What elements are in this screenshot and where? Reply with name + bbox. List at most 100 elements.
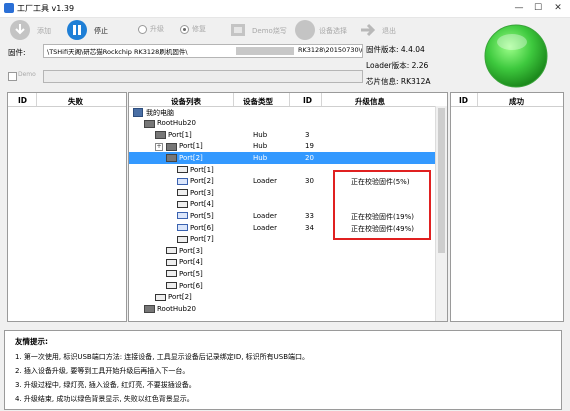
tips-panel: 友情提示: 1. 第一次使用, 标识USB端口方法: 连接设备, 工具显示设备后… [4, 330, 562, 410]
firmware-path-tail: RK3128\20150730\update.img [298, 46, 362, 54]
success-col-success: 成功 [509, 97, 524, 106]
close-button[interactable]: ✕ [551, 2, 565, 14]
demo-checkbox-label: Demo [18, 71, 36, 78]
minimize-button[interactable]: — [512, 2, 526, 14]
window-title: 工厂工具 v1.39 [17, 4, 75, 13]
maximize-button[interactable]: ☐ [531, 2, 545, 14]
highlight-box [333, 170, 431, 240]
firmware-version: 固件版本: 4.4.04 [366, 45, 425, 54]
demo-checkbox-box[interactable] [8, 72, 17, 81]
device-name: RootHub20 [157, 119, 196, 128]
table-row[interactable]: RootHub20 [129, 118, 435, 130]
upgrade-radio[interactable]: 升级 [138, 24, 178, 36]
column-divider [233, 93, 234, 106]
redacted-segment [236, 47, 294, 55]
device-name: Port[2] [190, 177, 214, 186]
table-row[interactable]: Port[2] Hub 20 [129, 152, 435, 164]
table-row[interactable]: Port[5] [129, 268, 435, 280]
device-table: 设备列表 设备类型 ID 升级信息 我的电脑 RootHub20 Port[1] Hu… [128, 92, 448, 322]
title-bar: 工厂工具 v1.39 — ☐ ✕ [0, 0, 570, 18]
usb-port-icon [177, 235, 188, 243]
repair-radio[interactable]: 修复 [180, 24, 220, 36]
device-name: Port[1] [190, 165, 214, 174]
device-name: Port[6] [179, 281, 203, 290]
device-id: 33 [305, 211, 314, 220]
download-arrow-icon [10, 20, 30, 40]
table-row[interactable]: Port[3] [129, 245, 435, 257]
device-name: Port[7] [190, 235, 214, 244]
demo-burn-label: Demo烧写 [252, 27, 287, 35]
usb-port-icon [166, 258, 177, 266]
firmware-path-field[interactable]: \TSHifi天阁\研芯猫Rockchip RK3128刷机固件\ RK3128… [43, 44, 363, 58]
chip-info: 芯片信息: RK312A [366, 77, 431, 86]
device-type: Loader [253, 223, 277, 232]
device-table-scrollbar[interactable] [435, 106, 447, 321]
success-table-header: ID 成功 [451, 93, 563, 107]
usb-port-icon [166, 282, 177, 289]
add-button-label: 添加 [37, 27, 51, 35]
hub-icon [166, 142, 177, 151]
device-type: Loader [253, 211, 277, 220]
chip-icon [231, 24, 245, 36]
usb-device-icon [177, 177, 188, 185]
device-name: 我的电脑 [146, 108, 174, 117]
device-name: Port[1] [179, 142, 203, 151]
computer-icon [133, 108, 143, 117]
demo-burn-button[interactable]: Demo烧写 [228, 19, 292, 41]
usb-port-icon [166, 247, 177, 255]
scrollbar-thumb[interactable] [438, 108, 445, 253]
pause-icon [67, 20, 87, 40]
success-col-id: ID [459, 96, 469, 105]
usb-port-icon [177, 166, 188, 173]
device-id: 19 [305, 142, 314, 151]
usb-port-icon [177, 189, 188, 197]
fail-col-fail: 失败 [68, 97, 83, 106]
tips-line-2: 2. 插入设备升级, 要等到工具开始升级后再插入下一台。 [15, 367, 190, 375]
device-name: Port[3] [179, 246, 203, 255]
upgrade-radio-circle[interactable] [138, 25, 147, 34]
stop-button[interactable]: 停止 [66, 19, 126, 41]
hub-icon [144, 119, 155, 128]
table-row[interactable]: Port[1] Hub 3 [129, 129, 435, 141]
table-row[interactable]: + Port[1] Hub 19 [129, 141, 435, 153]
hub-icon [166, 154, 177, 163]
column-divider [289, 93, 290, 106]
expand-toggle-icon[interactable]: + [155, 142, 163, 151]
table-row[interactable]: Port[4] [129, 257, 435, 269]
device-name: Port[5] [190, 211, 214, 220]
device-name: Port[4] [190, 200, 214, 209]
exit-arrow-icon [361, 23, 376, 37]
device-name: Port[3] [190, 188, 214, 197]
usb-device-icon [177, 212, 188, 220]
exit-button[interactable]: 退出 [358, 19, 404, 41]
success-table: ID 成功 [450, 92, 564, 322]
usb-device-icon [177, 224, 188, 231]
device-id: 34 [305, 223, 314, 232]
tips-line-3: 3. 升级过程中, 绿灯亮, 插入设备, 红灯亮, 不要拔插设备。 [15, 381, 196, 389]
table-row[interactable]: Port[2] [129, 292, 435, 304]
demo-path-field[interactable] [43, 70, 363, 83]
add-button[interactable]: 添加 [3, 19, 63, 41]
table-row[interactable]: Port[6] [129, 280, 435, 292]
demo-checkbox[interactable]: Demo [8, 71, 42, 81]
device-id: 20 [305, 153, 314, 162]
repair-radio-circle[interactable] [180, 25, 189, 34]
repair-radio-label: 修复 [192, 25, 206, 33]
table-row[interactable]: RootHub20 [129, 303, 435, 315]
column-divider [477, 93, 478, 106]
device-col-id: ID [303, 96, 313, 105]
device-id: 30 [305, 177, 314, 186]
device-name: Port[5] [179, 269, 203, 278]
device-type: Loader [253, 177, 277, 186]
device-name: RootHub20 [157, 304, 196, 313]
device-type: Hub [253, 142, 268, 151]
fail-col-id: ID [18, 96, 28, 105]
table-row[interactable]: 我的电脑 [129, 106, 435, 118]
tips-line-4: 4. 升级结束, 成功以绿色背景显示, 失败以红色背景显示。 [15, 395, 194, 403]
device-name: Port[2] [168, 293, 192, 302]
loader-version: Loader版本: 2.26 [366, 61, 429, 70]
usb-port-icon [155, 293, 166, 301]
firmware-path-text: \TSHifi天阁\研芯猫Rockchip RK3128刷机固件\ [47, 48, 188, 56]
device-table-header: 设备列表 设备类型 ID 升级信息 [129, 93, 447, 107]
device-select-button[interactable]: 设备选择 [294, 19, 356, 41]
